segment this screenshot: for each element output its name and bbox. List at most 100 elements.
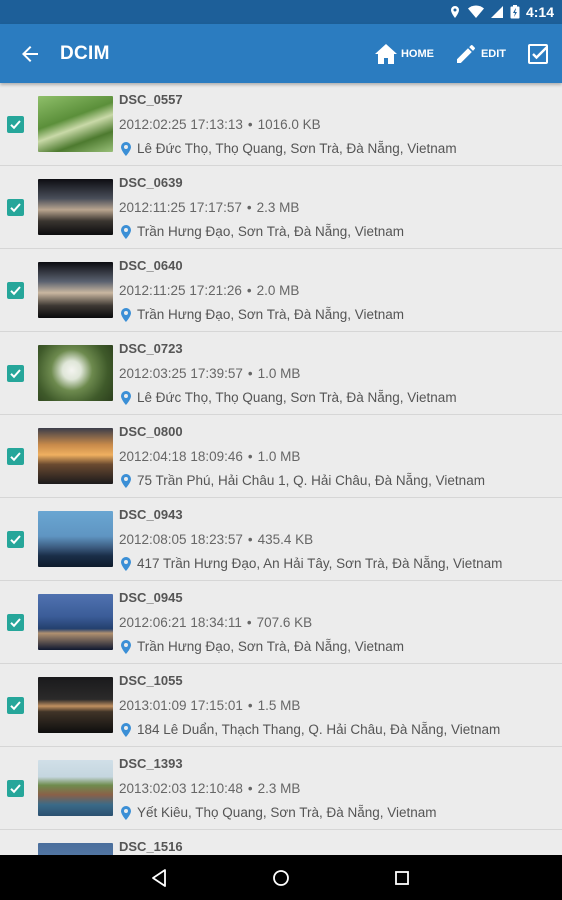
location-text: Lê Đức Thọ, Thọ Quang, Sơn Trà, Đà Nẵng,…	[137, 141, 457, 156]
check-icon	[10, 701, 21, 711]
photo-list-item[interactable]: DSC_0723 2012:03:25 17:39:57 • 1.0 MB Lê Đ…	[0, 332, 562, 415]
photo-thumbnail[interactable]	[38, 262, 113, 318]
photo-name: DSC_0945	[119, 590, 183, 605]
photo-name: DSC_1393	[119, 756, 183, 771]
location-pin-icon	[121, 722, 131, 737]
photo-meta: 2013:01:09 17:15:01 • 1.5 MB	[119, 698, 552, 716]
page-title: DCIM	[60, 42, 110, 64]
check-icon	[10, 784, 21, 794]
pencil-icon	[456, 44, 475, 63]
photo-name: DSC_0639	[119, 175, 183, 190]
photo-name: DSC_0943	[119, 507, 183, 522]
location-pin-icon	[121, 805, 131, 820]
photo-datetime: 2013:02:03 12:10:48	[119, 781, 243, 796]
photo-location: Trần Hưng Đạo, Sơn Trà, Đà Nẵng, Vietnam	[119, 639, 552, 654]
item-checkbox[interactable]	[7, 116, 24, 133]
location-pin-icon	[121, 473, 131, 488]
photo-location: 417 Trần Hưng Đạo, An Hải Tây, Sơn Trà, …	[119, 556, 552, 571]
item-checkbox[interactable]	[7, 614, 24, 631]
photo-datetime: 2012:11:25 17:17:57	[119, 200, 242, 215]
photo-list-item[interactable]: DSC_0640 2012:11:25 17:21:26 • 2.0 MB Trần…	[0, 249, 562, 332]
photo-name: DSC_0723	[119, 341, 183, 356]
photo-datetime: 2012:04:18 18:09:46	[119, 449, 243, 464]
location-text: Trần Hưng Đạo, Sơn Trà, Đà Nẵng, Vietnam	[137, 307, 405, 322]
photo-size: 435.4 KB	[257, 532, 314, 547]
photo-datetime: 2012:03:25 17:39:57	[119, 366, 243, 381]
photo-list-item[interactable]: DSC_0800 2012:04:18 18:09:46 • 1.0 MB 75 T…	[0, 415, 562, 498]
home-button[interactable]: HOME	[368, 24, 440, 83]
photo-size: 2.3 MB	[257, 781, 301, 796]
photo-meta: 2013:02:03 12:10:48 • 2.3 MB	[119, 781, 552, 799]
back-nav-icon[interactable]	[150, 868, 170, 888]
location-text: 417 Trần Hưng Đạo, An Hải Tây, Sơn Trà, …	[137, 556, 503, 571]
photo-name: DSC_1055	[119, 673, 183, 688]
location-text: 184 Lê Duẩn, Thạch Thang, Q. Hải Châu, Đ…	[137, 722, 501, 737]
item-checkbox[interactable]	[7, 199, 24, 216]
item-checkbox[interactable]	[7, 697, 24, 714]
battery-icon	[510, 5, 520, 19]
photo-list-item[interactable]: DSC_0639 2012:11:25 17:17:57 • 2.3 MB Trần…	[0, 166, 562, 249]
photo-name: DSC_0640	[119, 258, 183, 273]
photo-list-item[interactable]: DSC_1393 2013:02:03 12:10:48 • 2.3 MB Yết …	[0, 747, 562, 830]
separator-dot: •	[246, 283, 252, 298]
photo-thumbnail[interactable]	[38, 511, 113, 567]
photo-meta: 2012:11:25 17:17:57 • 2.3 MB	[119, 200, 552, 218]
photo-size: 1.0 MB	[257, 449, 301, 464]
photo-list[interactable]: DSC_0557 2012:02:25 17:13:13 • 1016.0 KB L…	[0, 83, 562, 855]
photo-thumbnail[interactable]	[38, 760, 113, 816]
item-checkbox[interactable]	[7, 282, 24, 299]
photo-list-item[interactable]: DSC_1516	[0, 830, 562, 855]
home-nav-icon[interactable]	[271, 868, 291, 888]
photo-list-item[interactable]: DSC_0943 2012:08:05 18:23:57 • 435.4 KB 41…	[0, 498, 562, 581]
separator-dot: •	[247, 532, 253, 547]
back-button[interactable]	[0, 24, 60, 83]
checkbox-select-icon	[528, 43, 548, 64]
arrow-back-icon	[22, 45, 38, 62]
photo-location: Lê Đức Thọ, Thọ Quang, Sơn Trà, Đà Nẵng,…	[119, 141, 552, 156]
app-bar: DCIM HOME EDIT	[0, 24, 562, 83]
location-text: Yết Kiêu, Thọ Quang, Sơn Trà, Đà Nẵng, V…	[137, 805, 437, 820]
photo-datetime: 2012:11:25 17:21:26	[119, 283, 242, 298]
separator-dot: •	[247, 449, 253, 464]
photo-thumbnail[interactable]	[38, 677, 113, 733]
check-icon	[10, 618, 21, 628]
location-pin-icon	[121, 307, 131, 322]
check-icon	[10, 535, 21, 545]
photo-size: 2.0 MB	[256, 283, 300, 298]
photo-list-item[interactable]: DSC_0945 2012:06:21 18:34:11 • 707.6 KB Tr…	[0, 581, 562, 664]
photo-location: 75 Trần Phú, Hải Châu 1, Q. Hải Châu, Đà…	[119, 473, 552, 488]
status-bar: 4:14	[0, 0, 562, 24]
separator-dot: •	[247, 698, 253, 713]
photo-thumbnail[interactable]	[38, 179, 113, 235]
recents-nav-icon[interactable]	[392, 868, 412, 888]
photo-meta: 2012:11:25 17:21:26 • 2.0 MB	[119, 283, 552, 301]
photo-location: 184 Lê Duẩn, Thạch Thang, Q. Hải Châu, Đ…	[119, 722, 552, 737]
item-checkbox[interactable]	[7, 365, 24, 382]
photo-datetime: 2013:01:09 17:15:01	[119, 698, 243, 713]
status-time: 4:14	[525, 4, 554, 20]
location-text: 75 Trần Phú, Hải Châu 1, Q. Hải Châu, Đà…	[137, 473, 485, 488]
photo-thumbnail[interactable]	[38, 843, 113, 855]
separator-dot: •	[247, 366, 253, 381]
photo-thumbnail[interactable]	[38, 96, 113, 152]
edit-button[interactable]: EDIT	[448, 24, 512, 83]
photo-list-item[interactable]: DSC_1055 2013:01:09 17:15:01 • 1.5 MB 184 …	[0, 664, 562, 747]
photo-thumbnail[interactable]	[38, 594, 113, 650]
item-checkbox[interactable]	[7, 780, 24, 797]
photo-name: DSC_1516	[119, 839, 183, 854]
location-pin-icon	[121, 390, 131, 405]
photo-thumbnail[interactable]	[38, 428, 113, 484]
photo-size: 2.3 MB	[256, 200, 300, 215]
location-pin-icon	[121, 224, 131, 239]
check-icon	[10, 452, 21, 462]
item-checkbox[interactable]	[7, 448, 24, 465]
photo-thumbnail[interactable]	[38, 345, 113, 401]
photo-meta: 2012:03:25 17:39:57 • 1.0 MB	[119, 366, 552, 384]
photo-meta: 2012:08:05 18:23:57 • 435.4 KB	[119, 532, 552, 550]
item-checkbox[interactable]	[7, 531, 24, 548]
select-all-button[interactable]	[520, 24, 556, 83]
check-icon	[10, 286, 21, 296]
photo-list-item[interactable]: DSC_0557 2012:02:25 17:13:13 • 1016.0 KB L…	[0, 83, 562, 166]
photo-meta: 2012:06:21 18:34:11 • 707.6 KB	[119, 615, 552, 633]
separator-dot: •	[246, 615, 252, 630]
